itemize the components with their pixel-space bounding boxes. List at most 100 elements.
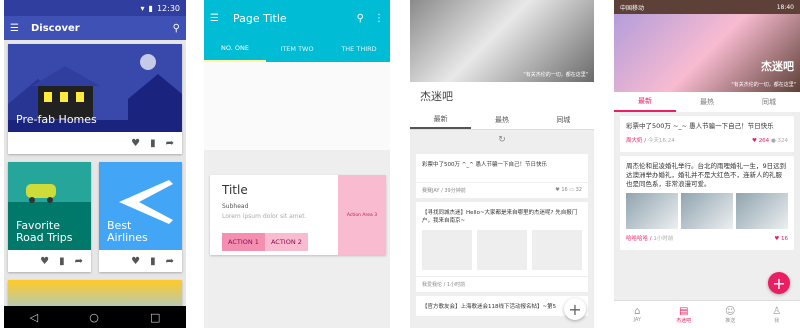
tab-hot[interactable]: 最热 <box>676 92 738 112</box>
like-count: 16 <box>561 187 568 193</box>
menu-icon[interactable]: ☰ <box>10 23 19 34</box>
tab-item-two[interactable]: ITEM TWO <box>266 36 328 62</box>
nav-forum[interactable]: ▤ 杰迷吧 <box>661 301 708 328</box>
comment-count: 32 <box>575 187 582 193</box>
status-time: 18:40 <box>776 3 794 11</box>
comment-icon[interactable]: ▭ <box>569 187 574 193</box>
page-title: Discover <box>30 22 80 34</box>
post-user: 我爱我伦 <box>422 282 443 288</box>
loading-spinner-icon: ↻ <box>498 135 506 145</box>
tab-bar: 最新 最热 同城 <box>614 92 800 112</box>
wifi-icon: ▾ <box>140 3 145 13</box>
post-item[interactable]: 周杰伦和昆凌婚礼举行。台北的雨哩婚礼一生，9日远到达澳洲举办婚礼，婚礼并不是大红… <box>620 156 794 250</box>
hero-image: 杰迷吧 "有关杰伦的一切，都在这里" <box>614 14 800 92</box>
document-icon: ▤ <box>679 305 689 317</box>
nav-push[interactable]: ☺ 推送 <box>707 301 754 328</box>
nav-jay[interactable]: ⌂ JAY <box>614 301 661 328</box>
card-actions: ♥ ▮ ➦ <box>99 250 182 272</box>
heart-icon[interactable]: ♥ <box>40 256 49 267</box>
hero-image: "有关杰伦的一切，都在这里" <box>410 0 594 82</box>
comment-count: 324 <box>777 138 789 144</box>
post-text: 周杰伦和昆凌婚礼举行。台北的雨哩婚礼一生，9日远到达澳洲举办婚礼，婚礼并不是大红… <box>626 162 787 188</box>
post-text: 【寻找同城杰迷】Hello~大家都是来自哪里的杰迷呢? 先自报门户，我来自南京~ <box>422 210 578 224</box>
add-post-button[interactable]: + <box>768 272 790 294</box>
more-icon[interactable]: ⋮ <box>374 13 384 24</box>
action-1-button[interactable]: ACTION 1 <box>222 233 265 251</box>
tab-bar: NO. ONE ITEM TWO THE THIRD <box>204 36 390 62</box>
post-user: 赛赛JAY <box>422 188 440 194</box>
discover-screen: ▾ ▮ 12:30 ☰ Discover ⚲ Pre-fab Homes ♥ ▮… <box>4 0 186 328</box>
tab-hot[interactable]: 最热 <box>471 110 532 129</box>
tab-local[interactable]: 同城 <box>533 110 594 129</box>
search-icon[interactable]: ⚲ <box>357 13 364 24</box>
app-toolbar: ☰ Discover ⚲ <box>4 16 186 40</box>
share-icon[interactable]: ➦ <box>166 138 174 149</box>
hero-title: 杰迷吧 <box>761 60 794 73</box>
post-item[interactable]: 彩票中了500万 ^_^ 愚人节骗一下自己！节日快乐 赛赛JAY / 39分钟前… <box>416 154 588 198</box>
home-icon: ⌂ <box>634 306 641 317</box>
share-icon[interactable]: ➦ <box>166 256 174 267</box>
comment-icon[interactable]: ● <box>771 138 776 144</box>
home-icon[interactable]: ○ <box>89 311 99 324</box>
card-caption: Favorite Road Trips <box>16 219 73 244</box>
card-caption: Best Airlines <box>107 219 148 244</box>
nav-label: 我 <box>774 317 780 324</box>
system-nav-bar: ◁ ○ □ <box>4 306 186 328</box>
back-icon[interactable]: ◁ <box>30 311 38 324</box>
like-icon[interactable]: ♥ <box>555 187 559 193</box>
heart-icon[interactable]: ♥ <box>131 256 140 267</box>
share-icon[interactable]: ➦ <box>75 256 83 267</box>
sample-card: Title Subhead Lorem ipsum dolor sit amet… <box>210 175 386 255</box>
nav-label: 推送 <box>725 317 736 324</box>
like-icon[interactable]: ♥ <box>774 236 779 242</box>
post-item[interactable]: 【寻找同城杰迷】Hello~大家都是来自哪里的杰迷呢? 先自报门户，我来自南京~… <box>416 202 588 292</box>
action-2-button[interactable]: ACTION 2 <box>264 233 308 251</box>
app-toolbar: ☰ Page Title ⚲ ⋮ <box>204 0 390 36</box>
recents-icon[interactable]: □ <box>150 311 160 324</box>
card-image: Pre-fab Homes <box>8 44 182 132</box>
card-road-trips[interactable]: Favorite Road Trips ♥ ▮ ➦ <box>8 162 91 272</box>
heart-icon[interactable]: ♥ <box>131 138 140 149</box>
card-buttons: ACTION 1 ACTION 2 <box>222 233 308 251</box>
page-title: Page Title <box>232 11 287 25</box>
post-meta: 周大奶 / 今天16:24 ♥ 264 ● 324 <box>626 138 789 144</box>
card-prefab-homes[interactable]: Pre-fab Homes ♥ ▮ ➦ <box>8 44 182 154</box>
tab-the-third[interactable]: THE THIRD <box>328 36 390 62</box>
tab-bar: 最新 最热 同城 <box>410 110 594 130</box>
action-area-3[interactable]: Action Area 3 <box>338 175 386 255</box>
carrier-name: 中国移动 <box>620 4 645 12</box>
post-meta: 我爱我伦 / 1小时前 <box>416 276 588 292</box>
bookmark-icon[interactable]: ▮ <box>59 256 65 267</box>
add-post-button[interactable]: + <box>564 298 586 320</box>
tab-local[interactable]: 同城 <box>738 92 800 112</box>
post-time: 39分钟前 <box>444 188 466 194</box>
fan-forum-screen: "有关杰伦的一切，都在这里" 杰迷吧 最新 最热 同城 ↻ 彩票中了500万 ^… <box>410 0 594 328</box>
post-text: 彩票中了500万 ^_^ 愚人节骗一下自己！节日快乐 <box>422 162 547 168</box>
bookmark-icon[interactable]: ▮ <box>150 138 156 149</box>
card-row: Favorite Road Trips ♥ ▮ ➦ Best Airlines … <box>4 158 186 276</box>
card-best-airlines[interactable]: Best Airlines ♥ ▮ ➦ <box>99 162 182 272</box>
card-subhead: Subhead <box>222 203 249 210</box>
like-icon[interactable]: ♥ <box>752 138 757 144</box>
post-time: 1小时前 <box>446 282 466 288</box>
tab-content <box>204 62 390 150</box>
status-bar: ▾ ▮ 12:30 <box>4 0 186 16</box>
nav-label: 杰迷吧 <box>676 317 692 324</box>
post-meta: 哈哈哈哈 / 1小时前 ♥ 16 <box>626 236 788 242</box>
tab-no-one[interactable]: NO. ONE <box>204 36 266 62</box>
tab-latest[interactable]: 最新 <box>410 110 472 129</box>
card-title: Title <box>222 183 248 197</box>
post-time: 今天16:24 <box>647 138 675 144</box>
hero-quote: "有关杰伦的一切，都在这里" <box>523 72 588 78</box>
card-actions: ♥ ▮ ➦ <box>8 132 182 154</box>
status-bar: 中国移动 18:40 <box>614 0 800 14</box>
search-icon[interactable]: ⚲ <box>173 23 180 34</box>
post-item[interactable]: 彩票中了500万 ~_~ 愚人节骗一下自己！节日快乐 周大奶 / 今天16:24… <box>620 116 794 152</box>
menu-icon[interactable]: ☰ <box>210 13 219 24</box>
tab-latest[interactable]: 最新 <box>614 92 676 112</box>
card-body: Lorem ipsum dolor sit amet. <box>222 213 307 220</box>
nav-me[interactable]: ♙ 我 <box>754 301 800 328</box>
post-meta: 赛赛JAY / 39分钟前 ♥ 16 ▭ 32 <box>416 182 588 198</box>
bookmark-icon[interactable]: ▮ <box>150 256 156 267</box>
post-item[interactable]: 【官方歌友会】上海歌迷会118线下活动报名帖】~第5 <box>416 296 588 316</box>
